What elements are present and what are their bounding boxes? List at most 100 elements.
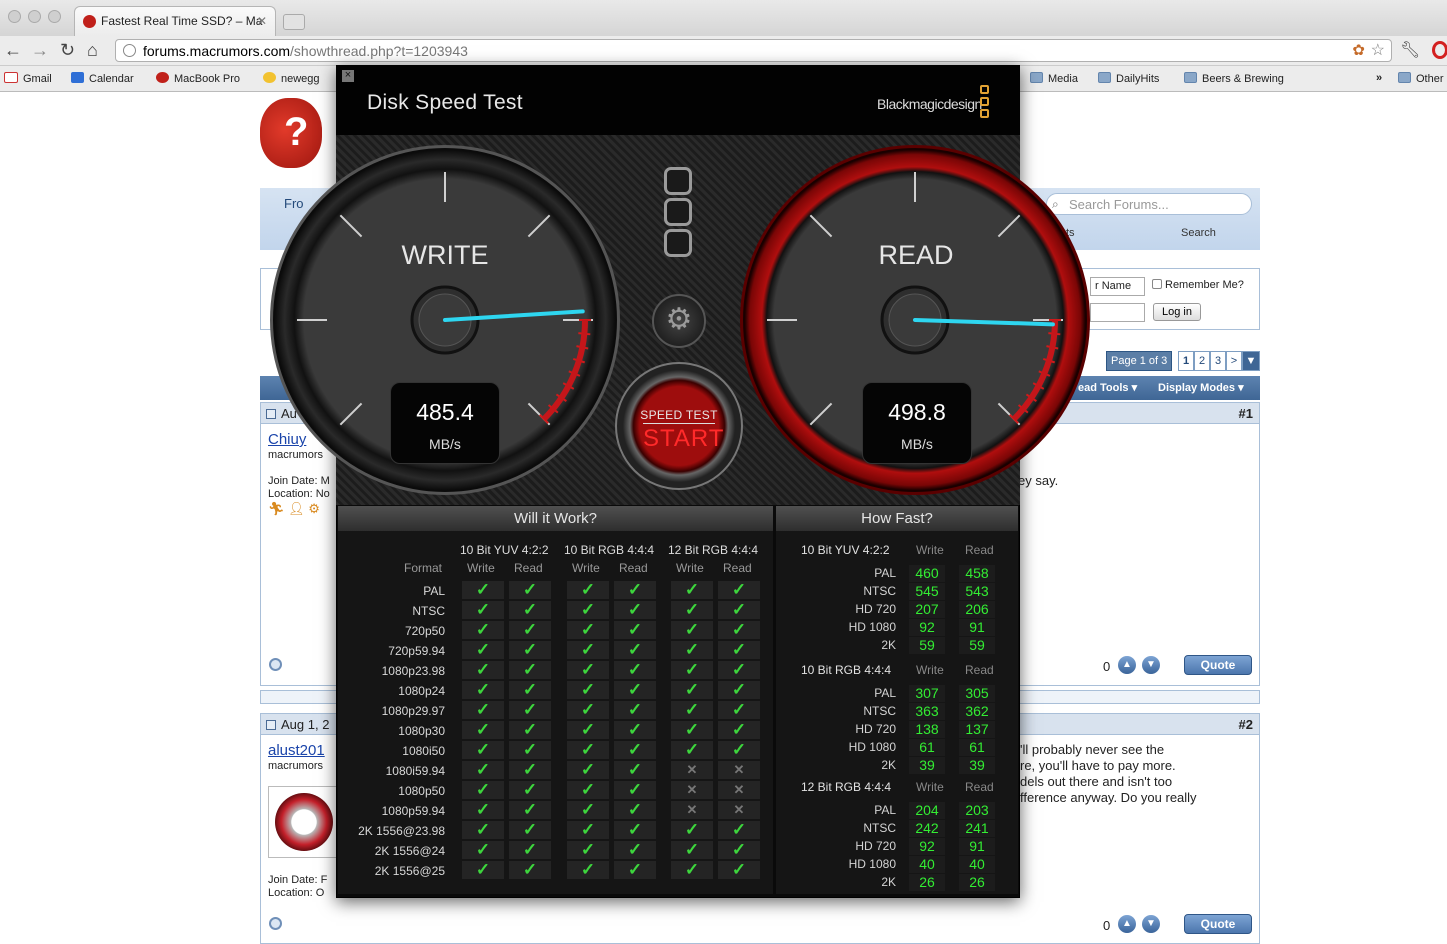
next-page-link[interactable]: > (1226, 351, 1242, 371)
check-icon: ✓ (718, 601, 760, 619)
write-value: 485.4 (416, 399, 474, 425)
write-subheader: Write (916, 780, 944, 794)
check-icon: ✓ (718, 741, 760, 759)
bookmark-beers-brewing[interactable]: Beers & Brewing (1184, 72, 1284, 85)
display-modes-menu[interactable]: Display Modes ▾ (1158, 381, 1244, 394)
format-row-label: 1080i50 (402, 744, 445, 758)
forward-arrow-icon[interactable]: → (31, 40, 49, 60)
page-2-link[interactable]: 2 (1194, 351, 1210, 371)
extension-red-icon[interactable] (1432, 41, 1447, 59)
extension-icon[interactable]: ✿ (1352, 41, 1365, 59)
format-row-label: 1080p30 (398, 724, 445, 738)
check-icon: ✓ (718, 701, 760, 719)
user-title: macrumors (268, 760, 324, 772)
bookmark-star-icon[interactable]: ☆ (1371, 40, 1385, 60)
bookmark-media[interactable]: Media (1030, 72, 1078, 85)
vote-count: 0 (1103, 918, 1111, 933)
window-close-button[interactable] (8, 10, 21, 23)
how-fast-section-title: 10 Bit RGB 4:4:4 (801, 663, 892, 677)
nav-search-link[interactable]: Search (1181, 227, 1216, 239)
vote-down-icon[interactable]: ▼ (1142, 656, 1160, 674)
how-fast-row-label: 2K (881, 758, 896, 772)
new-tab-button[interactable] (283, 14, 305, 30)
pager-dropdown-icon[interactable]: ▼ (1242, 351, 1260, 371)
check-icon: ✓ (567, 721, 609, 739)
address-bar[interactable]: forums.macrumors.com/showthread.php?t=12… (115, 39, 1392, 62)
post-username-link[interactable]: alust201 (268, 742, 325, 759)
wrench-icon[interactable]: 🔧︎ (1400, 41, 1420, 61)
check-icon: ✓ (462, 841, 504, 859)
check-icon: ✓ (614, 701, 656, 719)
vote-up-icon[interactable]: ▲ (1118, 656, 1136, 674)
user-avatar[interactable] (268, 786, 338, 858)
write-subheader: Write (676, 561, 704, 575)
post-number-link[interactable]: #2 (1239, 717, 1253, 732)
check-icon: ✓ (671, 661, 713, 679)
window-zoom-button[interactable] (48, 10, 61, 23)
blackmagic-logo-icon (980, 85, 991, 123)
tab-close-icon[interactable]: ✕ (257, 14, 267, 28)
read-fps-value: 61 (959, 739, 995, 756)
post-message: 'll probably never see the re, you'll ha… (1020, 742, 1197, 805)
speed-test-start-button[interactable]: SPEED TEST START (615, 362, 743, 490)
format-row-label: 1080p23.98 (381, 664, 445, 678)
app-close-icon[interactable]: × (342, 70, 354, 82)
read-fps-value: 91 (959, 619, 995, 636)
how-fast-row-label: 2K (881, 638, 896, 652)
blackmagic-emblem-icon (664, 167, 696, 265)
format-row-label: 1080i59.94 (385, 764, 445, 778)
login-button[interactable]: Log in (1153, 303, 1201, 321)
thread-pager: Page 1 of 3 1 2 3 > ▼ (1106, 351, 1260, 371)
page-1-link[interactable]: 1 (1178, 351, 1194, 371)
vote-down-icon[interactable]: ▼ (1142, 915, 1160, 933)
write-subheader: Write (572, 561, 600, 575)
remember-me-checkbox[interactable]: Remember Me? (1152, 279, 1244, 291)
check-icon: ✓ (614, 601, 656, 619)
check-icon: ✓ (567, 781, 609, 799)
check-icon: ✓ (567, 701, 609, 719)
bookmark-newegg[interactable]: newegg (263, 72, 320, 85)
post-number-link[interactable]: #1 (1239, 406, 1253, 421)
how-fast-row-label: HD 720 (855, 602, 896, 616)
write-fps-value: 460 (909, 565, 945, 582)
format-row-label: 2K 1556@25 (374, 864, 445, 878)
calendar-icon (71, 72, 84, 83)
check-icon: ✓ (614, 781, 656, 799)
reload-icon[interactable]: ↻ (60, 40, 75, 60)
check-icon: ✓ (567, 681, 609, 699)
check-icon: ✓ (567, 581, 609, 599)
multiquote-radio[interactable] (269, 658, 282, 671)
ohio-state-logo (275, 793, 333, 851)
home-icon[interactable]: ⌂ (87, 40, 98, 60)
check-icon: ✓ (509, 701, 551, 719)
window-minimize-button[interactable] (28, 10, 41, 23)
password-field[interactable] (1090, 303, 1145, 322)
cross-icon: ✕ (671, 781, 713, 799)
settings-gear-icon[interactable]: ⚙ (652, 294, 706, 348)
quote-button[interactable]: Quote (1184, 914, 1252, 934)
check-icon: ✓ (462, 661, 504, 679)
read-redline-arc (1011, 319, 1058, 422)
username-field[interactable]: r Name (1090, 277, 1145, 296)
bookmark-dailyhits[interactable]: DailyHits (1098, 72, 1159, 85)
bookmark-calendar[interactable]: Calendar (71, 72, 134, 85)
check-icon: ✓ (718, 641, 760, 659)
read-subheader: Read (619, 561, 648, 575)
check-icon: ✓ (567, 861, 609, 879)
write-fps-value: 363 (909, 703, 945, 720)
check-icon: ✓ (462, 801, 504, 819)
bookmarks-overflow-chevron[interactable]: » (1376, 72, 1382, 84)
format-row-label: 2K 1556@23.98 (358, 824, 445, 838)
check-icon: ✓ (671, 621, 713, 639)
check-icon: ✓ (718, 821, 760, 839)
browser-tab[interactable]: Fastest Real Time SSD? – Ma ✕ (74, 6, 276, 36)
back-arrow-icon[interactable]: ← (4, 40, 22, 60)
bookmark-macbook-pro[interactable]: MacBook Pro (156, 72, 240, 85)
page-3-link[interactable]: 3 (1210, 351, 1226, 371)
vote-up-icon[interactable]: ▲ (1118, 915, 1136, 933)
bookmark-other[interactable]: Other (1398, 72, 1444, 85)
read-subheader: Read (965, 780, 994, 794)
multiquote-radio[interactable] (269, 917, 282, 930)
bookmark-gmail[interactable]: Gmail (4, 72, 52, 85)
quote-button[interactable]: Quote (1184, 655, 1252, 675)
